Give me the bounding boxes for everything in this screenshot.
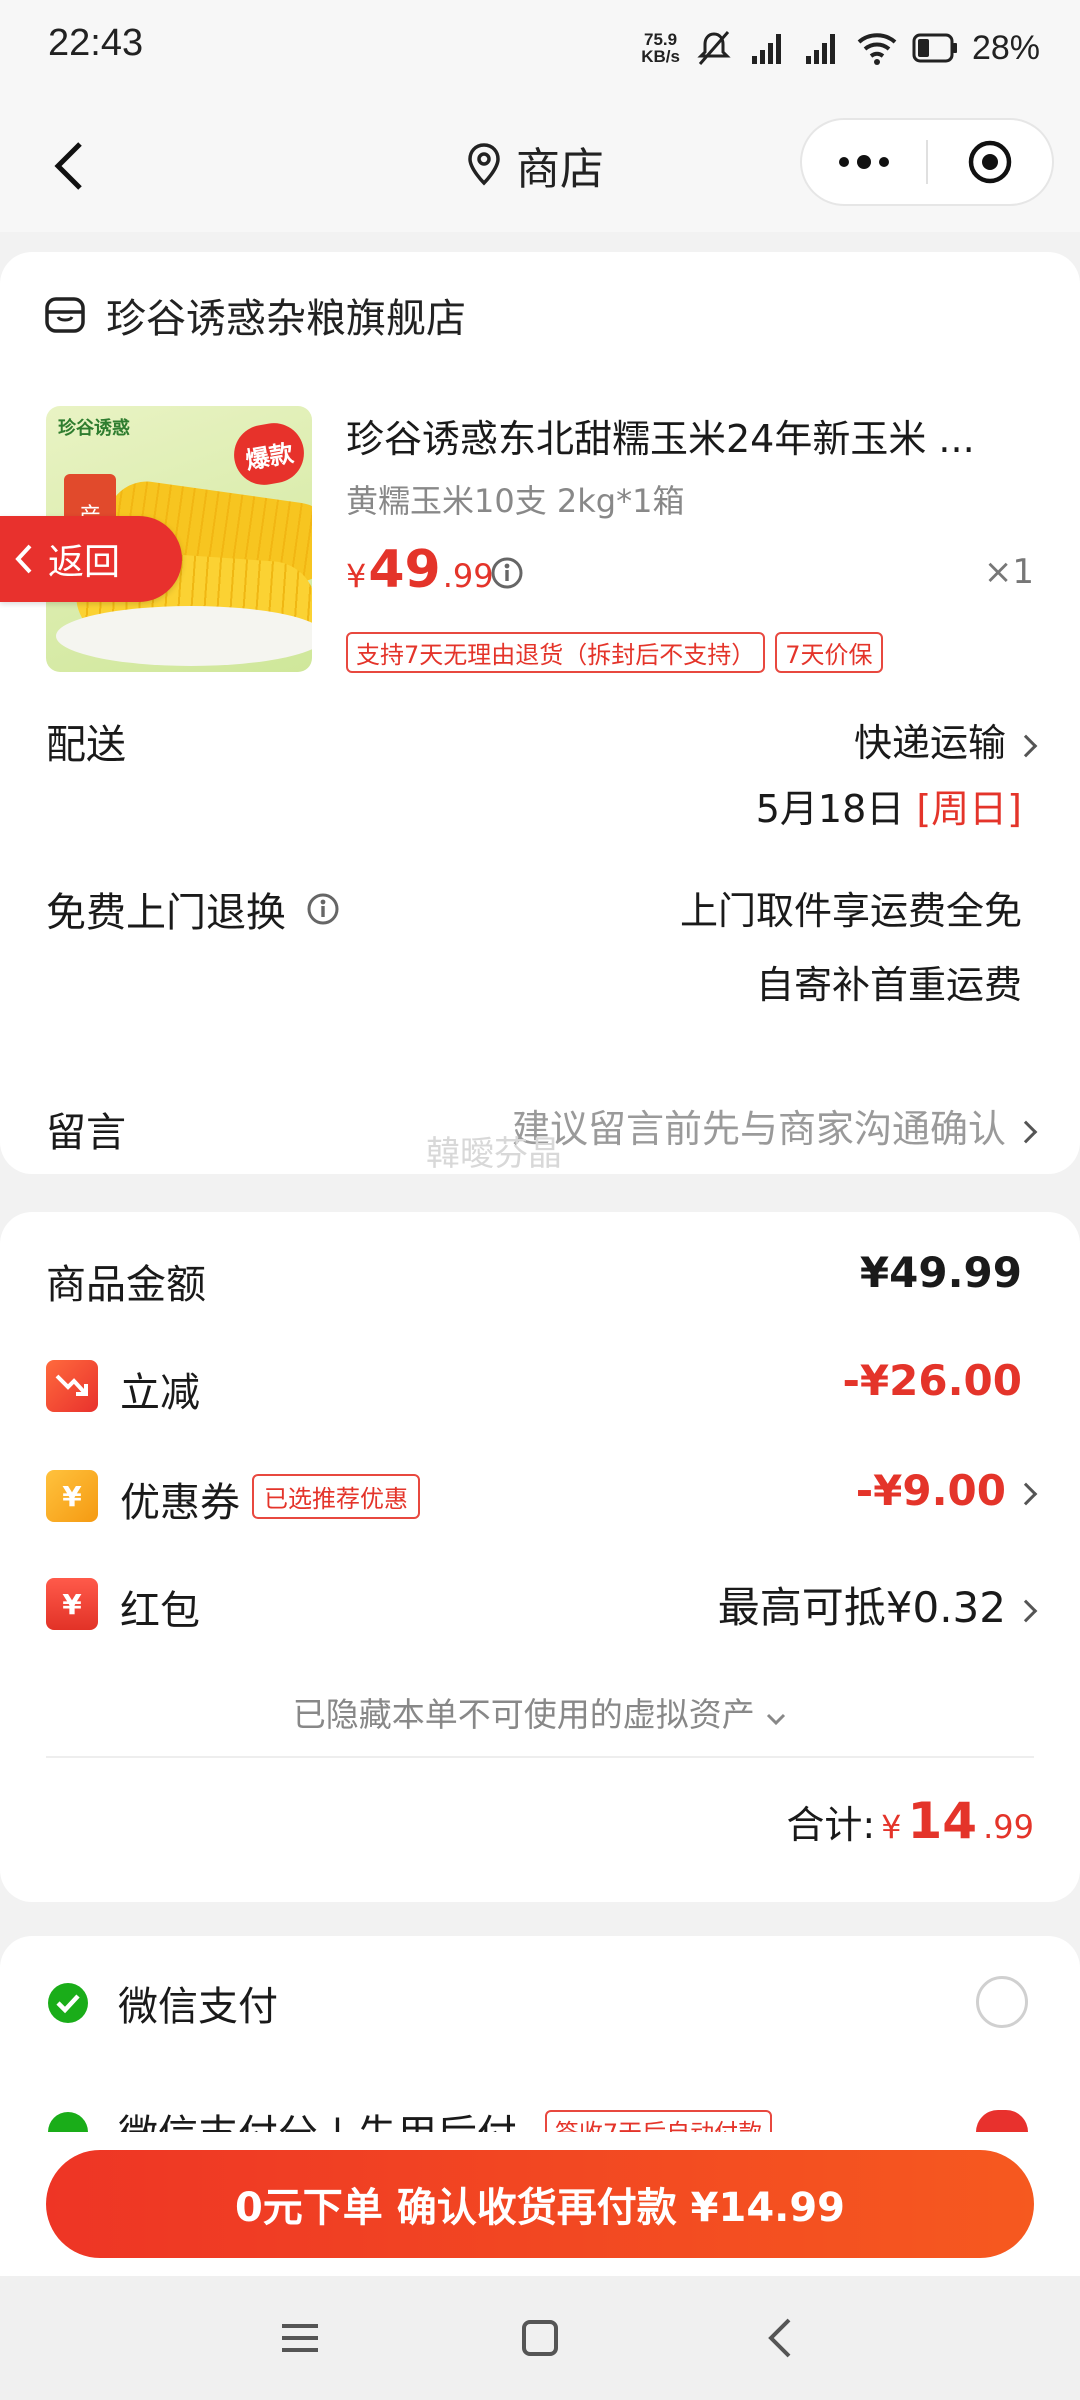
wechat-pay-radio[interactable]	[976, 1976, 1028, 2028]
delivery-label: 配送	[46, 722, 126, 768]
back-button[interactable]	[30, 126, 110, 206]
wechat-pay-option[interactable]: 微信支付	[46, 1974, 278, 2032]
more-dots-icon	[839, 155, 889, 169]
info-icon[interactable]	[306, 892, 340, 926]
coupon-selected-tag: 已选推荐优惠	[252, 1474, 420, 1519]
trend-down-icon	[55, 1374, 88, 1396]
red-packet-value[interactable]: 最高可抵¥0.32	[718, 1574, 1038, 1635]
hidden-assets-toggle[interactable]: 已隐藏本单不可使用的虚拟资产	[0, 1688, 1080, 1736]
chevron-left-icon	[15, 544, 32, 574]
discount-icon	[46, 1360, 98, 1412]
battery-icon	[912, 33, 957, 63]
product-image-brand: 珍谷诱惑	[58, 418, 130, 439]
system-nav-bar	[0, 2276, 1080, 2400]
goods-amount-label: 商品金额	[46, 1262, 206, 1308]
coupon-label: 优惠券	[120, 1480, 240, 1526]
more-button[interactable]	[802, 118, 926, 206]
status-icons: 75.9 KB/s 28%	[641, 24, 1040, 72]
watermark: 韓曖芬晶	[426, 1134, 562, 1174]
hot-badge: 爆款	[229, 418, 309, 490]
wifi-icon	[857, 33, 897, 65]
signal-icon	[751, 34, 781, 64]
menu-button[interactable]	[260, 2298, 340, 2378]
product-title[interactable]: 珍谷诱惑东北甜糯玉米24年新玉米 ...	[346, 408, 1006, 463]
page-title: 商店	[466, 130, 604, 200]
price-info-icon[interactable]	[490, 556, 524, 590]
product-spec: 黄糯玉米10支 2kg*1箱	[346, 482, 685, 520]
status-time: 22:43	[48, 22, 144, 64]
floating-back-button[interactable]: 返回	[0, 516, 182, 602]
plate-graphic	[56, 606, 312, 666]
delivery-method[interactable]: 快递运输	[854, 712, 1038, 767]
shop-header[interactable]: 珍谷诱惑杂粮旗舰店	[44, 286, 466, 344]
service-tags: 支持7天无理由退货（拆封后不支持） 7天价保	[346, 632, 883, 673]
red-packet-icon: ¥	[46, 1578, 98, 1630]
chevron-right-icon	[1014, 1120, 1038, 1143]
coupon-value[interactable]: -¥9.00	[856, 1466, 1038, 1515]
return-self-send-text: 自寄补首重运费	[755, 963, 1022, 1007]
mute-icon	[697, 31, 731, 65]
home-square-icon	[522, 2320, 558, 2356]
price-protect-tag: 7天价保	[775, 632, 883, 673]
product-quantity: ×1	[983, 552, 1034, 592]
home-button[interactable]	[500, 2298, 580, 2378]
menu-icon	[282, 2324, 318, 2352]
order-total: 合计: ¥14.99	[786, 1792, 1034, 1850]
close-mini-program-button[interactable]	[928, 118, 1052, 206]
discount-label: 立减	[120, 1370, 200, 1416]
chevron-down-icon	[767, 1713, 786, 1726]
system-back-button[interactable]	[740, 2298, 820, 2378]
net-speed: 75.9 KB/s	[641, 30, 680, 66]
wechat-payscore-option[interactable]: 微信支付分 | 先用后付 签收7天后自动付款	[46, 2110, 773, 2134]
discount-value: -¥26.00	[842, 1356, 1022, 1405]
battery-level: 28%	[971, 28, 1040, 67]
shop-name: 珍谷诱惑杂粮旗舰店	[106, 296, 466, 342]
note-label: 留言	[46, 1110, 126, 1156]
chevron-right-icon	[1014, 1482, 1038, 1505]
red-packet-label: 红包	[120, 1588, 200, 1634]
submit-order-button[interactable]: 0元下单 确认收货再付款 ¥14.99	[46, 2150, 1034, 2258]
goods-amount-value: ¥49.99	[859, 1248, 1022, 1297]
delivery-date: 5月18日 [周日]	[755, 787, 1022, 831]
divider	[46, 1756, 1034, 1758]
location-pin-icon	[468, 143, 500, 186]
note-input[interactable]: 建议留言前先与商家沟通确认	[512, 1098, 1038, 1153]
mini-program-capsule	[800, 118, 1054, 206]
chevron-right-icon	[1014, 734, 1038, 757]
chevron-right-icon	[1014, 1599, 1038, 1622]
store-icon	[45, 297, 85, 333]
coupon-icon: ¥	[46, 1470, 98, 1522]
payscore-icon	[48, 2112, 88, 2134]
return-pickup-text: 上门取件享运费全免	[679, 889, 1022, 933]
return-policy-tag: 支持7天无理由退货（拆封后不支持）	[346, 632, 766, 673]
chevron-left-icon	[54, 142, 82, 190]
product-price: ¥ 49 .99	[346, 540, 494, 600]
free-return-row: 免费上门退换	[46, 880, 340, 938]
wechat-pay-icon	[48, 1983, 88, 2023]
target-icon	[968, 140, 1012, 184]
back-arrow-icon	[768, 2318, 791, 2358]
signal-icon-2	[805, 34, 835, 64]
